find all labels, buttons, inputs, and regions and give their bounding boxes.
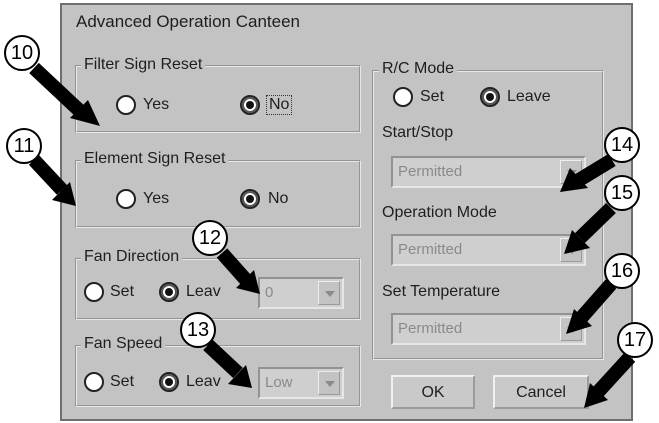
- callout-14: 14: [604, 127, 640, 163]
- callout-arrow-15: [575, 202, 616, 244]
- callout-10: 10: [4, 35, 40, 71]
- callout-arrow-12: [216, 248, 252, 285]
- callout-arrow-11: [28, 155, 68, 195]
- callout-arrow-14: [575, 154, 616, 186]
- callout-arrow-16: [576, 279, 617, 322]
- callout-13: 13: [180, 312, 216, 348]
- callout-11: 11: [6, 128, 42, 164]
- callout-12: 12: [192, 220, 228, 256]
- callout-arrow-10: [29, 62, 87, 119]
- callout-15: 15: [604, 175, 640, 211]
- callout-arrows: [28, 62, 636, 408]
- callout-arrow-13: [203, 339, 243, 379]
- callout-16: 16: [604, 253, 640, 289]
- callout-arrow-17: [592, 352, 636, 397]
- callout-17: 17: [617, 322, 653, 358]
